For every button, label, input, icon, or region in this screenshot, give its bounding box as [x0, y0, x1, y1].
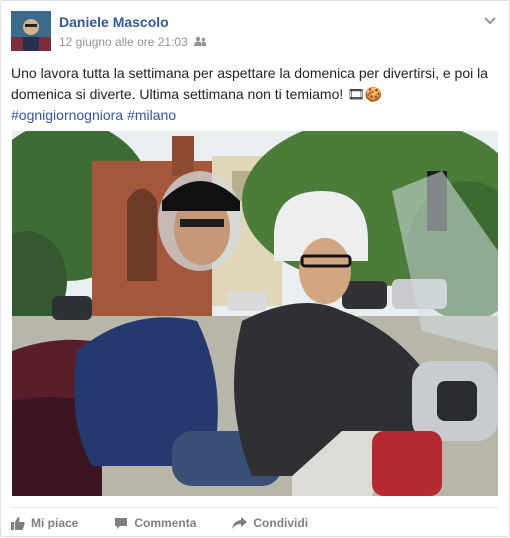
chevron-down-icon[interactable] — [483, 13, 497, 27]
post-photo[interactable] — [12, 131, 498, 496]
friends-icon[interactable] — [193, 35, 207, 49]
hashtag-link[interactable]: #milano — [127, 107, 176, 123]
share-arrow-icon — [232, 517, 248, 529]
like-button[interactable]: Mi piace — [11, 516, 78, 530]
share-button[interactable]: Condividi — [232, 516, 308, 530]
comment-icon — [115, 517, 128, 529]
post-message: Uno lavora tutta la settimana per aspett… — [11, 63, 501, 126]
hashtag-list: #ognigiornogniora #milano — [11, 105, 501, 126]
post-meta: 12 giugno alle ore 21:03 — [59, 35, 207, 49]
comment-button[interactable]: Commenta — [114, 516, 196, 530]
post-timestamp[interactable]: 12 giugno alle ore 21:03 — [59, 35, 188, 49]
post-text: Uno lavora tutta la settimana per aspett… — [11, 65, 489, 102]
like-label: Mi piace — [31, 516, 79, 530]
thumbs-up-icon — [11, 517, 25, 530]
share-label: Condividi — [253, 516, 309, 530]
hashtag-link[interactable]: #ognigiornogniora — [11, 107, 123, 123]
post-card: Daniele Mascolo 12 giugno alle ore 21:03… — [0, 0, 510, 537]
post-actions-bar: Mi piace Commenta Condividi — [11, 507, 499, 538]
author-avatar[interactable] — [11, 11, 51, 51]
author-name[interactable]: Daniele Mascolo — [59, 14, 169, 30]
comment-label: Commenta — [134, 516, 197, 530]
